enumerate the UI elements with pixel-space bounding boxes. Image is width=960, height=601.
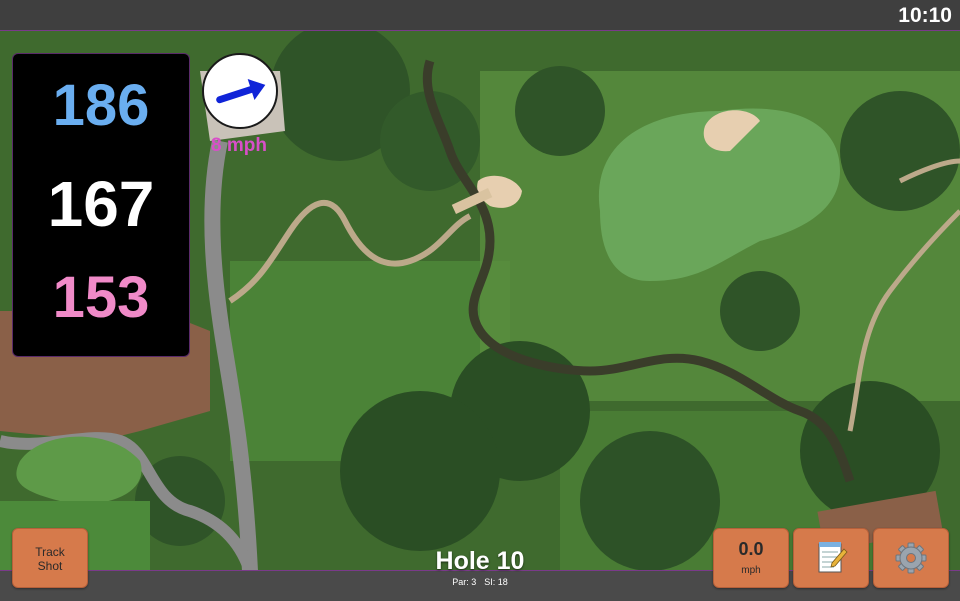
speed-unit: mph — [741, 565, 761, 576]
course-map[interactable]: 186 167 153 8 mph — [0, 30, 960, 571]
wind-arrow-icon — [216, 79, 266, 104]
distance-panel: 186 167 153 — [12, 53, 190, 357]
track-shot-label-line2: Shot — [37, 559, 63, 573]
wind-indicator — [202, 53, 278, 129]
track-shot-button[interactable]: Track Shot — [12, 528, 88, 588]
front-distance: 153 — [52, 265, 150, 330]
clock: 10:10 — [898, 4, 952, 27]
notes-button[interactable] — [793, 528, 869, 588]
middle-distance: 167 — [47, 168, 155, 240]
par-label: Par: 3 — [452, 577, 477, 587]
stroke-index-label: SI: 18 — [484, 577, 508, 587]
hole-title: Hole 10 — [435, 547, 525, 575]
notepad-icon — [818, 542, 848, 573]
speed-value: 0.0 — [738, 539, 764, 559]
wind-speed: 8 mph — [211, 135, 267, 156]
settings-button[interactable] — [873, 528, 949, 588]
back-distance: 186 — [52, 73, 150, 138]
track-shot-label-line1: Track — [35, 545, 65, 559]
gear-icon — [895, 542, 927, 574]
status-bar: 10:10 — [0, 0, 960, 30]
speed-button[interactable]: 0.0 mph — [713, 528, 789, 588]
hole-info: Par: 3 SI: 18 — [380, 577, 580, 587]
